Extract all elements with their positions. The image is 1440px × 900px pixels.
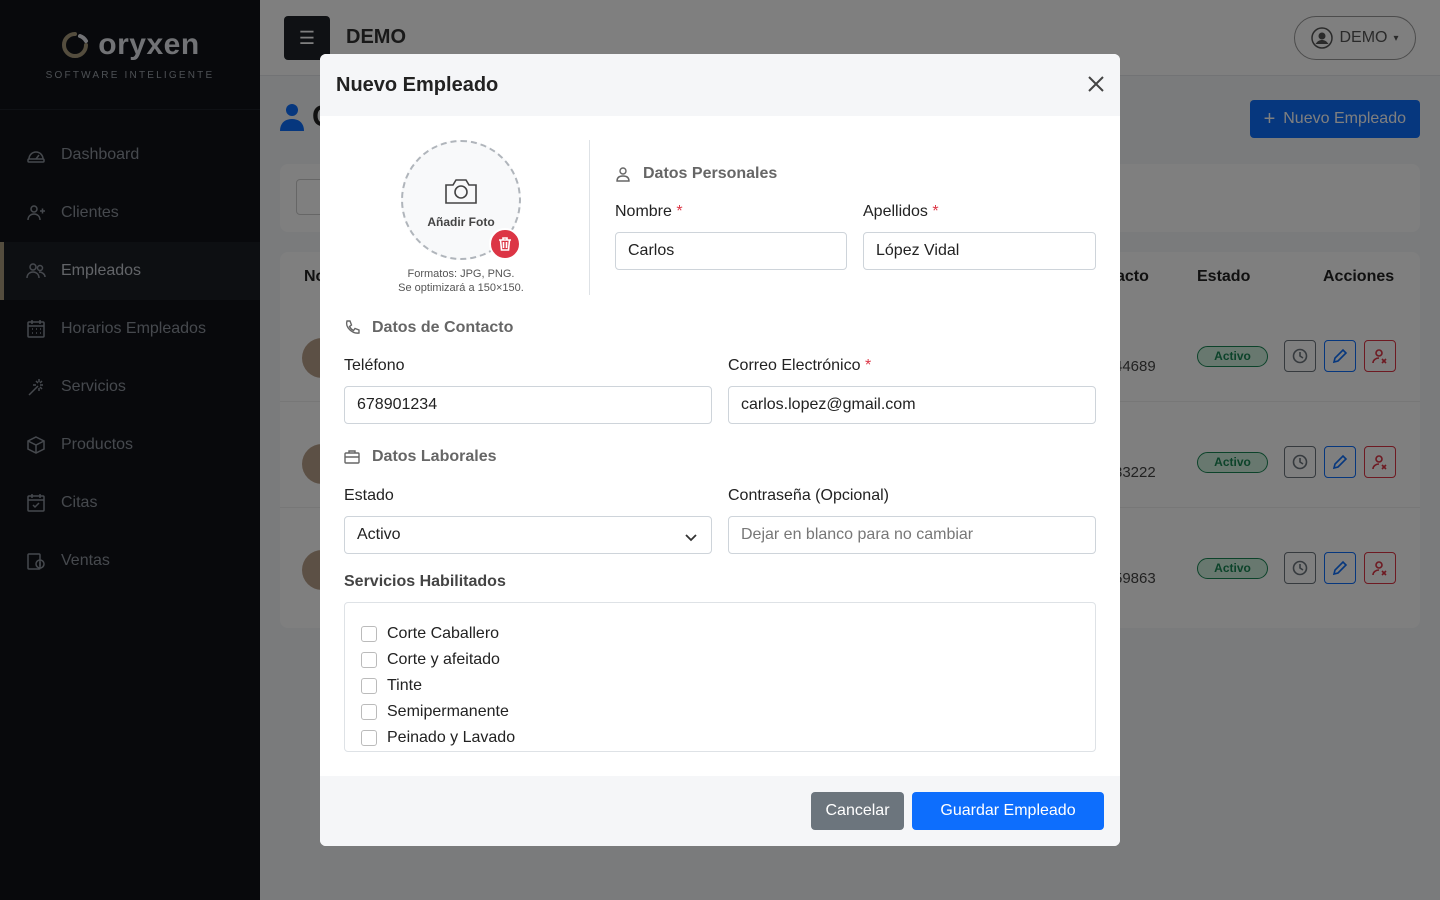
email-label-text: Correo Electrónico <box>728 357 861 374</box>
password-label: Contraseña (Opcional) <box>728 487 889 504</box>
section-title-contact: Datos de Contacto <box>344 319 513 337</box>
remove-photo-button[interactable] <box>489 228 521 260</box>
service-checkbox[interactable] <box>361 652 377 668</box>
service-item-corte-caballero[interactable]: Corte Caballero <box>361 621 1079 647</box>
close-icon <box>1088 76 1104 92</box>
service-checkbox[interactable] <box>361 626 377 642</box>
service-checkbox[interactable] <box>361 704 377 720</box>
photo-hint: Formatos: JPG, PNG. Se optimizará a 150×… <box>344 267 578 295</box>
chevron-down-icon <box>685 530 697 542</box>
photo-upload-label: Añadir Foto <box>427 215 495 229</box>
apellidos-label-text: Apellidos <box>863 203 928 220</box>
service-item-tinte[interactable]: Tinte <box>361 673 1079 699</box>
new-employee-modal: Nuevo Empleado Añadir Foto Formatos: JPG… <box>320 54 1120 846</box>
photo-section: Añadir Foto Formatos: JPG, PNG. Se optim… <box>344 140 590 295</box>
service-item-peinado-lavado[interactable]: Peinado y Lavado <box>361 725 1079 751</box>
nombre-label-text: Nombre <box>615 203 672 220</box>
telefono-input[interactable]: 678901234 <box>344 386 712 424</box>
service-label: Corte y afeitado <box>387 651 500 668</box>
briefcase-icon <box>344 450 360 464</box>
apellidos-label: Apellidos * <box>863 203 939 221</box>
service-label: Tinte <box>387 677 422 694</box>
required-mark: * <box>932 203 939 220</box>
modal-header: Nuevo Empleado <box>320 54 1120 116</box>
section-title-work: Datos Laborales <box>344 448 496 466</box>
service-label: Corte Caballero <box>387 625 500 642</box>
nombre-label: Nombre * <box>615 203 683 221</box>
apellidos-input[interactable]: López Vidal <box>863 232 1096 270</box>
section-title-work-label: Datos Laborales <box>372 448 497 465</box>
phone-icon <box>345 320 360 334</box>
services-list: Corte Caballero Corte y afeitado Tinte S… <box>344 602 1096 752</box>
section-title-personal: Datos Personales <box>615 165 777 183</box>
cancel-button[interactable]: Cancelar <box>811 792 904 830</box>
section-title-personal-label: Datos Personales <box>643 165 778 182</box>
camera-icon <box>445 179 477 204</box>
service-label: Semipermanente <box>387 703 509 720</box>
modal-title: Nuevo Empleado <box>336 73 499 96</box>
person-icon <box>616 167 630 182</box>
required-mark: * <box>864 357 872 374</box>
photo-hint-formats: Formatos: JPG, PNG. <box>407 268 515 280</box>
estado-label: Estado <box>344 487 394 504</box>
section-title-contact-label: Datos de Contacto <box>372 319 514 336</box>
service-item-corte-afeitado[interactable]: Corte y afeitado <box>361 647 1079 673</box>
trash-icon <box>499 237 511 251</box>
estado-select[interactable]: Activo <box>344 516 712 554</box>
service-checkbox[interactable] <box>361 678 377 694</box>
email-input[interactable]: carlos.lopez@gmail.com <box>728 386 1096 424</box>
photo-hint-size: Se optimizará a 150×150. <box>398 282 524 294</box>
email-label: Correo Electrónico * <box>728 357 871 375</box>
service-checkbox[interactable] <box>361 730 377 746</box>
nombre-input[interactable]: Carlos <box>615 232 847 270</box>
save-employee-button[interactable]: Guardar Empleado <box>912 792 1104 830</box>
password-input[interactable]: Dejar en blanco para no cambiar <box>728 516 1096 554</box>
services-title: Servicios Habilitados <box>344 573 506 590</box>
service-label: Peinado y Lavado <box>387 729 516 746</box>
estado-selected-value: Activo <box>357 526 401 543</box>
service-item-semipermanente[interactable]: Semipermanente <box>361 699 1079 725</box>
required-mark: * <box>676 203 683 220</box>
modal-footer: Cancelar Guardar Empleado <box>320 776 1120 846</box>
telefono-label: Teléfono <box>344 357 405 374</box>
close-button[interactable] <box>1086 74 1106 94</box>
